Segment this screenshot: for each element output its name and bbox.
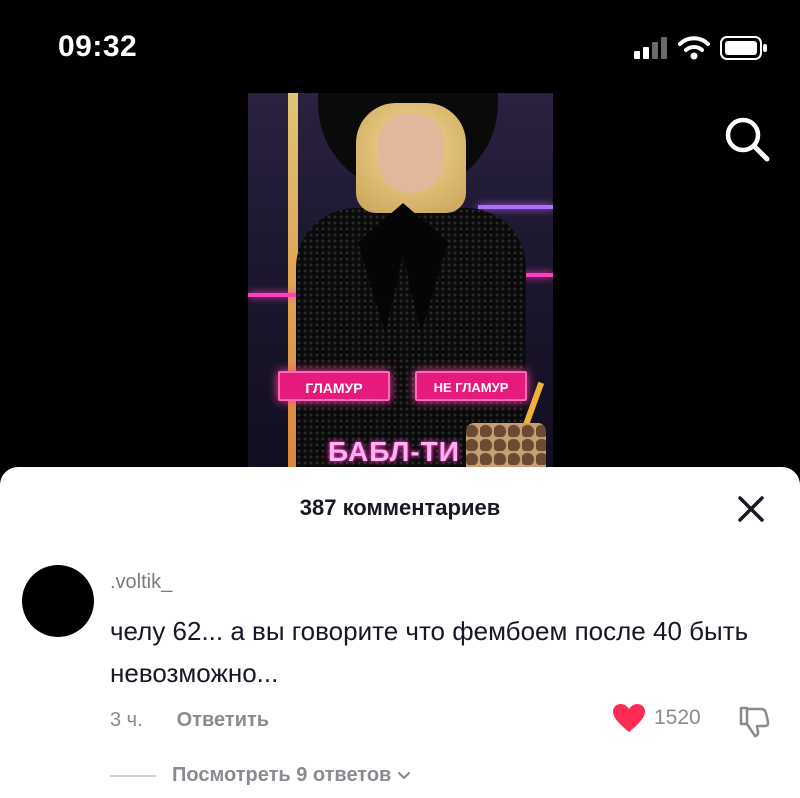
close-button[interactable] — [734, 492, 768, 526]
dislike-button[interactable] — [737, 705, 771, 739]
bubble-tea-cup — [466, 423, 546, 473]
comments-sheet: 387 комментариев .voltik_ челу 62... а в… — [0, 467, 800, 798]
like-count: 1520 — [654, 706, 701, 729]
view-replies-label: Посмотреть 9 ответов — [172, 764, 392, 786]
status-icons — [634, 36, 768, 60]
wifi-icon — [678, 36, 710, 60]
reply-button[interactable]: Ответить — [177, 709, 269, 732]
tag-glamour: ГЛАМУР — [278, 371, 390, 401]
comment-text: челу 62... а вы говорите что фембоем пос… — [110, 616, 749, 688]
comment-meta: 3 ч. Ответить — [110, 709, 269, 732]
thumbs-down-icon — [739, 706, 770, 738]
video-banner: БАБЛ-ТИ — [328, 436, 460, 467]
avatar[interactable] — [22, 565, 94, 637]
heart-icon — [613, 704, 645, 732]
comments-count-title: 387 комментариев — [299, 495, 501, 520]
search-icon — [725, 117, 770, 162]
neon-bar — [478, 205, 553, 209]
status-time: 09:32 — [58, 30, 138, 63]
divider-line — [110, 774, 156, 777]
chevron-down-icon — [398, 771, 411, 779]
close-icon — [738, 496, 764, 522]
tag-not-glamour: НЕ ГЛАМУР — [415, 371, 527, 401]
video-player[interactable]: ГЛАМУР НЕ ГЛАМУР БАБЛ-ТИ — [248, 93, 553, 473]
comment-username[interactable]: .voltik_ — [110, 571, 172, 594]
view-replies-button[interactable]: Посмотреть 9 ответов — [110, 764, 413, 787]
search-button[interactable] — [722, 114, 772, 164]
signal-icon — [634, 37, 667, 59]
like-button[interactable]: 1520 — [612, 703, 701, 733]
status-bar: 09:32 — [0, 0, 800, 90]
comment-time: 3 ч. — [110, 709, 143, 731]
battery-icon — [720, 36, 767, 60]
face — [378, 113, 444, 193]
